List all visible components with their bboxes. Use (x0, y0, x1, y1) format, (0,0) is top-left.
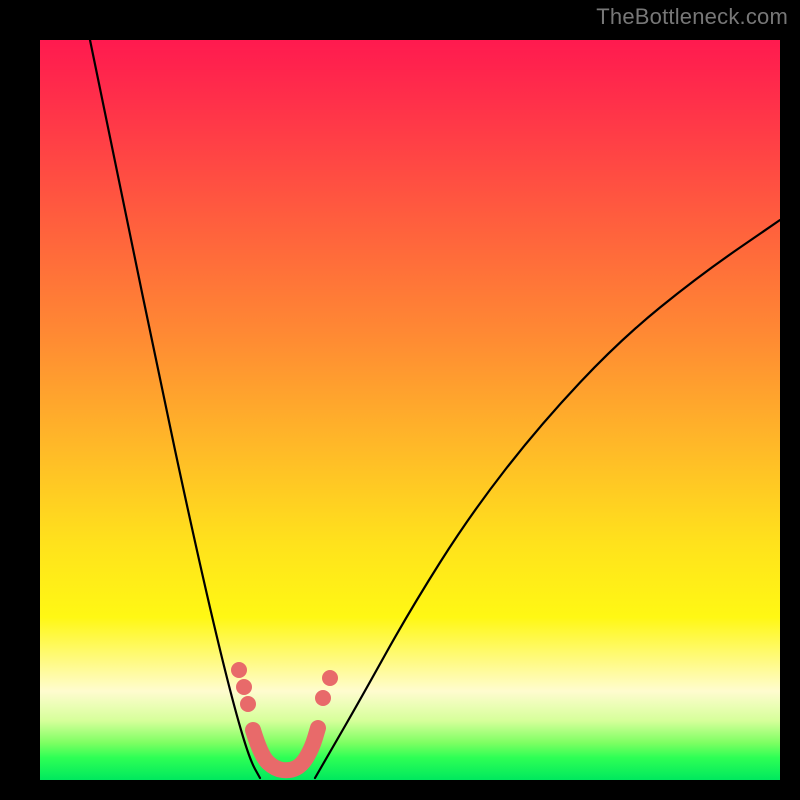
left-marker-mid (236, 679, 252, 695)
valley-worm (253, 728, 318, 770)
right-marker-upper (322, 670, 338, 686)
curve-layer (40, 40, 780, 780)
right-marker-lower (315, 690, 331, 706)
marker-group (231, 662, 338, 712)
left-marker-lower (240, 696, 256, 712)
chart-frame: TheBottleneck.com (0, 0, 800, 800)
right-curve (315, 220, 780, 778)
watermark-text: TheBottleneck.com (596, 4, 788, 30)
left-marker-upper (231, 662, 247, 678)
